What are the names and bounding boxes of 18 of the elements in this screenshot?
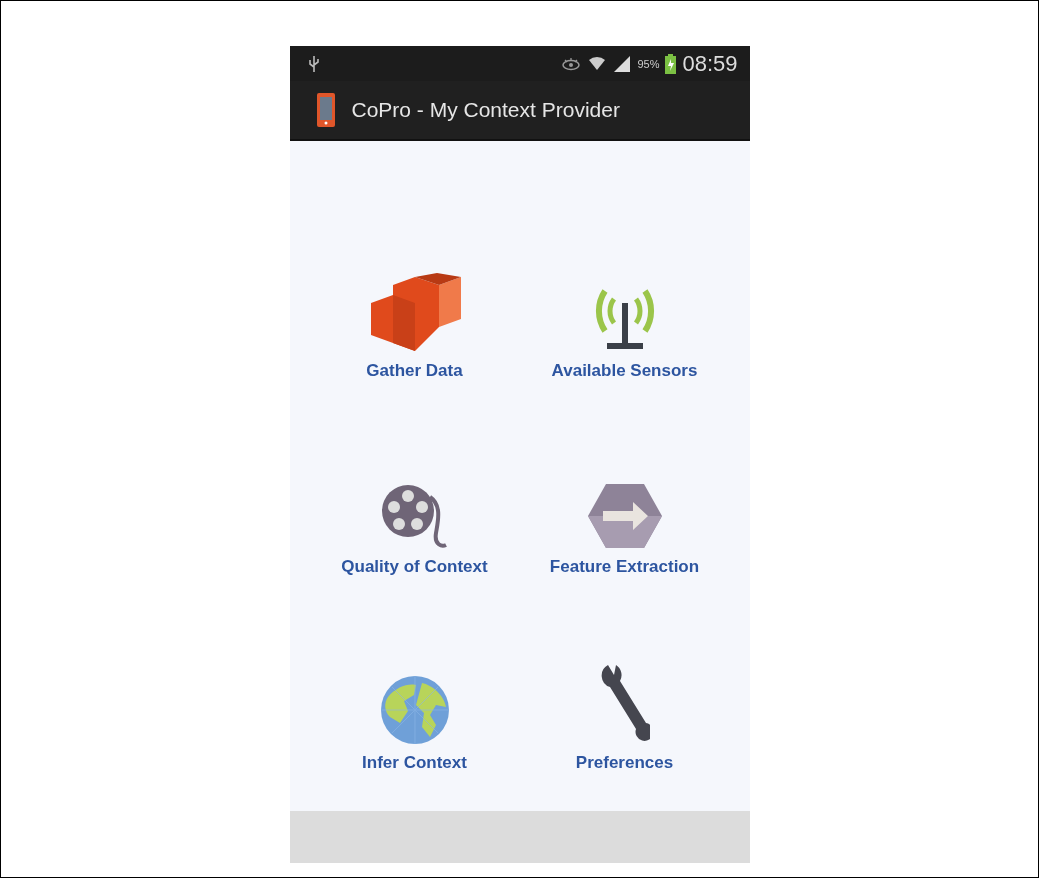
battery-percentage: 95% [637, 57, 660, 70]
menu-tile[interactable]: Preferences [519, 615, 730, 773]
menu-tile[interactable]: Quality of Context [309, 419, 520, 577]
usb-icon [307, 54, 320, 73]
signal-icon [613, 54, 632, 73]
menu-tile[interactable]: Infer Context [309, 615, 520, 773]
menu-tile[interactable]: Feature Extraction [519, 419, 730, 577]
hexagon-arrow-icon [586, 483, 663, 549]
boxes-icon [368, 273, 461, 353]
eye-icon [561, 56, 582, 71]
app-title: CoPro - My Context Provider [351, 98, 620, 122]
battery-icon [665, 53, 677, 74]
clock-time: 08:59 [682, 50, 738, 77]
globe-icon [379, 675, 450, 745]
film-reel-icon [379, 483, 450, 549]
menu-tile[interactable]: Gather Data [309, 223, 520, 381]
phone-icon [315, 92, 336, 128]
menu-tile[interactable]: Available Sensors [519, 223, 730, 381]
